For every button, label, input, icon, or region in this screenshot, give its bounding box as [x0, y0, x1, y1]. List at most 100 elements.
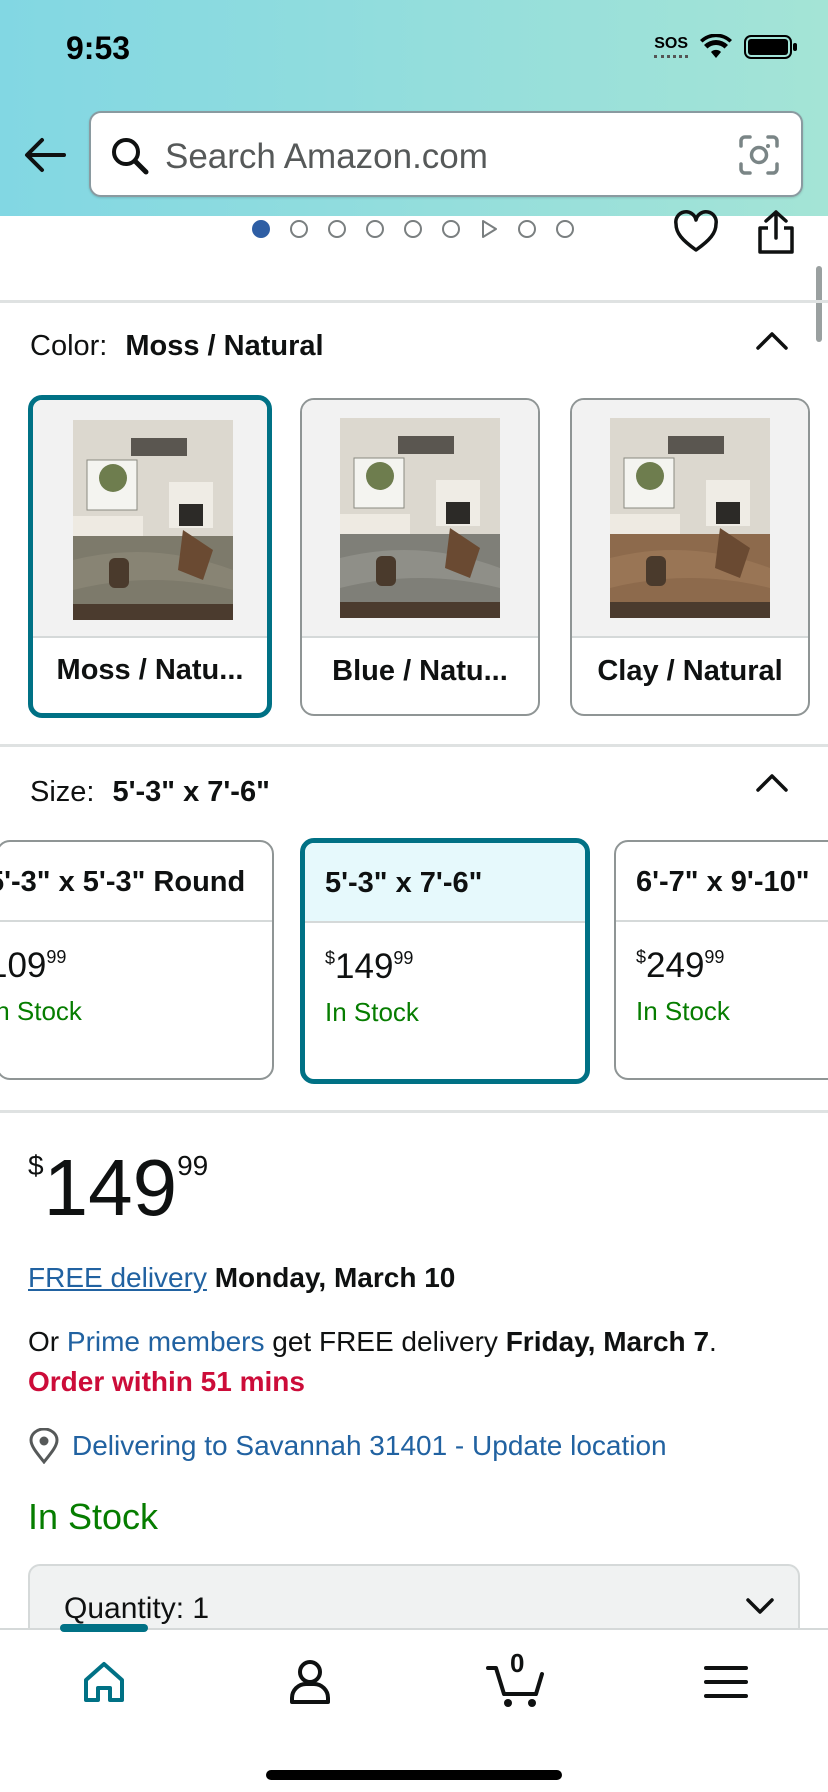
- order-within-countdown: Order within 51 mins: [28, 1366, 305, 1397]
- section-divider: [0, 300, 828, 303]
- wifi-icon: [700, 34, 732, 58]
- size-option-name: 5'-3" x 5'-3" Round: [0, 866, 246, 898]
- carousel-dot[interactable]: [404, 220, 422, 238]
- size-label: Size:: [30, 776, 95, 808]
- bottom-nav-bar: 0: [0, 1624, 828, 1792]
- scroll-indicator: [816, 266, 822, 342]
- carousel-dot[interactable]: [290, 220, 308, 238]
- size-selector-label: Size: 5'-3" x 7'-6": [30, 776, 270, 809]
- color-option-moss-natural[interactable]: Moss / Natu...: [28, 395, 272, 718]
- carousel-dot[interactable]: [556, 220, 574, 238]
- back-button[interactable]: [20, 130, 70, 180]
- price-cents: 99: [46, 947, 67, 967]
- price-cents: 99: [177, 1150, 209, 1181]
- size-option-price: $14999: [325, 947, 413, 987]
- price-whole: 149: [43, 1143, 178, 1232]
- price-cents: 99: [704, 947, 725, 967]
- share-icon[interactable]: [754, 208, 798, 256]
- home-indicator: [266, 1770, 562, 1780]
- sos-indicator: SOS: [654, 35, 688, 58]
- cart-button[interactable]: 0: [484, 1648, 550, 1712]
- product-price: $14999: [28, 1148, 208, 1246]
- size-option-name: 6'-7" x 9'-10": [636, 866, 810, 898]
- price-whole: 149: [335, 947, 394, 986]
- rug-room-image: [610, 418, 770, 618]
- account-icon[interactable]: [280, 1652, 340, 1712]
- video-play-icon[interactable]: [480, 220, 498, 238]
- collapse-size-icon[interactable]: [754, 770, 790, 794]
- prime-delivery-date: Friday, March 7: [505, 1326, 710, 1357]
- price-cents: 99: [393, 948, 414, 968]
- prime-prefix: Or: [28, 1326, 67, 1357]
- section-divider: [0, 744, 828, 747]
- battery-icon: [744, 35, 797, 59]
- size-option-stock: In Stock: [325, 997, 419, 1027]
- quantity-value: 1: [192, 1592, 210, 1625]
- search-input[interactable]: Search Amazon.com: [165, 137, 488, 177]
- prime-delivery-line: Or Prime members get FREE delivery Frida…: [28, 1326, 717, 1358]
- quantity-label: Quantity:: [64, 1592, 185, 1625]
- location-pin-icon: [29, 1428, 59, 1464]
- carousel-dot[interactable]: [328, 220, 346, 238]
- collapse-color-icon[interactable]: [754, 328, 790, 352]
- rug-room-image: [73, 420, 233, 620]
- price-whole: 109: [0, 946, 47, 985]
- section-divider: [0, 1110, 828, 1113]
- size-option-price: 10999: [0, 946, 66, 986]
- delivery-location-link[interactable]: Delivering to Savannah 31401 - Update lo…: [72, 1430, 667, 1462]
- size-option-card[interactable]: 6'-7" x 9'-10" $24999 In Stock: [614, 840, 828, 1080]
- delivery-line: FREE delivery Monday, March 10: [28, 1262, 455, 1294]
- chevron-down-icon: [746, 1598, 774, 1614]
- carousel-dot[interactable]: [518, 220, 536, 238]
- size-option-stock: In Stock: [636, 996, 730, 1026]
- color-option-blue-natural[interactable]: Blue / Natu...: [300, 398, 540, 716]
- color-option-label: Moss / Natu...: [56, 654, 244, 686]
- back-arrow-icon: [25, 138, 66, 172]
- camera-search-icon[interactable]: [737, 133, 781, 177]
- delivery-date: Monday, March 10: [214, 1262, 456, 1293]
- app-header: 9:53 SOS Search Amazon.com: [0, 0, 828, 216]
- size-option-name: 5'-3" x 7'-6": [325, 867, 483, 899]
- size-option-stock: In Stock: [0, 996, 82, 1026]
- carousel-dot[interactable]: [366, 220, 384, 238]
- prime-members-link[interactable]: Prime members: [67, 1326, 265, 1357]
- size-option-price: $24999: [636, 946, 724, 986]
- currency-symbol: $: [636, 947, 647, 967]
- color-option-label: Blue / Natu...: [332, 655, 508, 687]
- size-option-header: 5'-3" x 5'-3" Round: [0, 842, 272, 922]
- size-option-card-selected[interactable]: 5'-3" x 7'-6" $14999 In Stock: [300, 838, 590, 1084]
- prime-suffix: .: [709, 1326, 717, 1357]
- menu-icon[interactable]: [696, 1652, 756, 1712]
- size-option-header: 6'-7" x 9'-10": [616, 842, 828, 922]
- quantity-text: Quantity: 1: [64, 1592, 209, 1626]
- free-delivery-link[interactable]: FREE delivery: [28, 1262, 207, 1293]
- search-bar[interactable]: Search Amazon.com: [89, 111, 803, 197]
- carousel-dot[interactable]: [442, 220, 460, 238]
- currency-symbol: $: [28, 1150, 44, 1181]
- cart-count: 0: [510, 1648, 525, 1678]
- rug-room-image: [340, 418, 500, 618]
- size-option-card[interactable]: 5'-3" x 5'-3" Round 10999 In Stock: [0, 840, 274, 1080]
- heart-icon[interactable]: [672, 208, 720, 256]
- color-option-clay-natural[interactable]: Clay / Natural: [570, 398, 810, 716]
- color-label: Color:: [30, 330, 108, 362]
- size-selected-value: 5'-3" x 7'-6": [112, 776, 270, 808]
- prime-mid-text: get FREE delivery: [264, 1326, 506, 1357]
- color-selected-value: Moss / Natural: [125, 330, 324, 362]
- size-option-header: 5'-3" x 7'-6": [305, 843, 585, 923]
- color-option-label: Clay / Natural: [597, 655, 783, 687]
- swatch-image-area: [572, 400, 808, 638]
- status-icons: SOS: [654, 34, 798, 60]
- status-time: 9:53: [66, 30, 131, 66]
- swatch-image-area: [33, 400, 267, 638]
- home-icon[interactable]: [74, 1652, 134, 1712]
- active-tab-indicator: [60, 1624, 148, 1632]
- currency-symbol: $: [325, 948, 336, 968]
- carousel-dot[interactable]: [252, 220, 270, 238]
- color-selector-label: Color: Moss / Natural: [30, 330, 324, 363]
- price-whole: 249: [646, 946, 705, 985]
- in-stock-status: In Stock: [28, 1496, 159, 1537]
- search-icon: [112, 138, 149, 175]
- swatch-image-area: [302, 400, 538, 638]
- image-carousel-dots[interactable]: [252, 220, 574, 238]
